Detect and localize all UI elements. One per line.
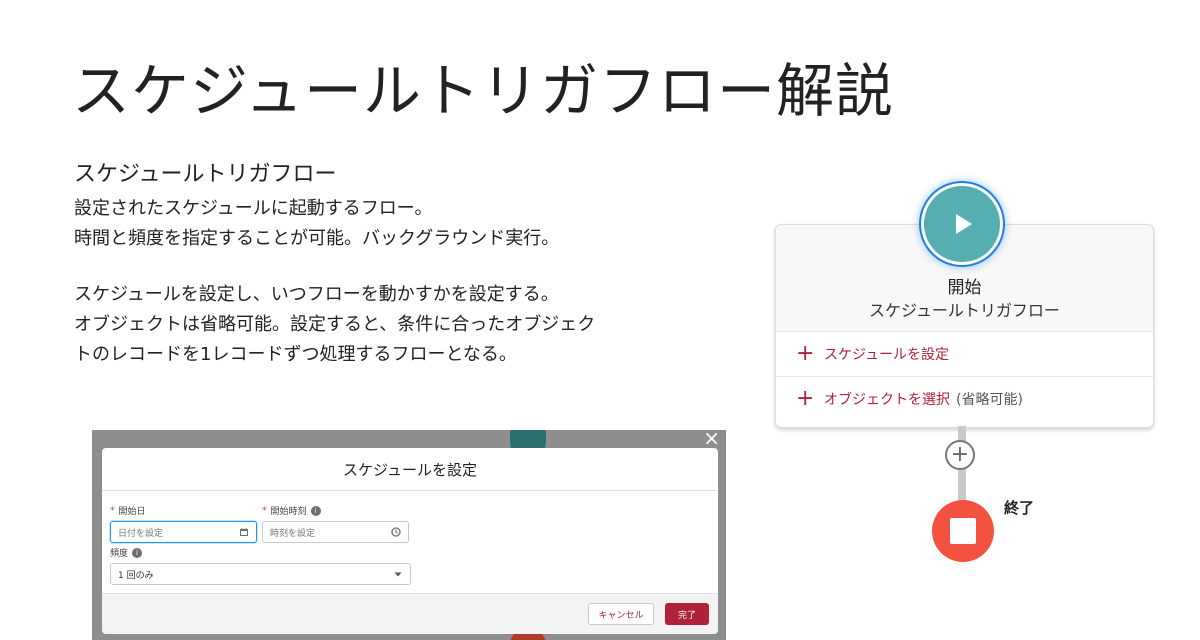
plus-icon: + [796,341,815,366]
description-line: 時間と頻度を指定することが可能。バックグラウンド実行。 [74,228,560,249]
description-heading: スケジュールトリガフロー [74,162,337,187]
chevron-down-icon[interactable] [393,569,403,579]
select-object-label[interactable]: オブジェクトを選択 [824,389,950,409]
start-date-input[interactable]: 日付を設定 [110,521,257,543]
cancel-button[interactable]: キャンセル [588,603,654,625]
modal-footer: キャンセル 完了 [102,593,718,634]
start-time-input[interactable]: 時刻を設定 [262,521,409,543]
required-mark: * [262,505,267,516]
end-node[interactable] [932,500,994,562]
info-icon[interactable]: i [310,505,321,516]
add-element-button[interactable]: + [945,440,975,470]
page-title: スケジュールトリガフロー解説 [72,57,894,125]
frequency-label: 頻度 i [110,546,411,559]
description-line: オブジェクトは省略可能。設定すると、条件に合ったオブジェク [74,314,596,335]
modal-title: スケジュールを設定 [102,448,718,491]
calendar-icon[interactable] [239,527,249,537]
done-button[interactable]: 完了 [665,603,709,625]
start-time-field: * 開始時刻 i 時刻を設定 [262,504,409,543]
select-object-link[interactable]: + オブジェクトを選択 (省略可能) [776,377,1153,421]
optional-note: (省略可能) [956,392,1023,408]
start-time-label: * 開始時刻 i [262,504,409,517]
set-schedule-label[interactable]: スケジュールを設定 [824,344,949,364]
frequency-select[interactable]: 1 回のみ [110,563,411,585]
frequency-label-text: 頻度 [110,549,129,559]
start-time-label-text: 開始時刻 [270,507,307,517]
frequency-field: 頻度 i 1 回のみ [110,546,411,585]
schedule-modal: スケジュールを設定 * 開始日 日付を設定 * 開始時刻 i 時刻を設定 頻度 … [102,448,718,634]
description-line: 設定されたスケジュールに起動するフロー。 [74,198,433,219]
start-date-label-text: 開始日 [118,507,146,517]
start-time-placeholder: 時刻を設定 [270,528,316,539]
stop-icon [950,518,976,544]
start-date-field: * 開始日 日付を設定 [110,504,257,543]
description-line: トのレコードを1レコードずつ処理するフローとなる。 [74,344,517,365]
end-label: 終了 [1004,499,1035,517]
info-icon[interactable]: i [132,547,143,558]
set-schedule-link[interactable]: + スケジュールを設定 [776,332,1153,377]
start-node[interactable] [924,186,1000,262]
schedule-modal-screenshot: × スケジュールを設定 * 開始日 日付を設定 * 開始時刻 i 時刻を設定 頻… [92,430,726,640]
start-date-label: * 開始日 [110,504,257,518]
description: スケジュールトリガフロー 設定されたスケジュールに起動するフロー。 時間と頻度を… [74,156,714,370]
start-title: 開始 [947,278,982,298]
frequency-value: 1 回のみ [118,570,154,581]
close-icon[interactable]: × [703,430,720,450]
clock-icon[interactable] [391,527,401,537]
start-date-placeholder: 日付を設定 [118,528,164,539]
required-mark: * [110,505,115,516]
plus-icon: + [796,386,815,411]
play-icon [956,214,972,234]
description-line: スケジュールを設定し、いつフローを動かすかを設定する。 [74,284,559,305]
start-subtitle: スケジュールトリガフロー [869,301,1060,320]
